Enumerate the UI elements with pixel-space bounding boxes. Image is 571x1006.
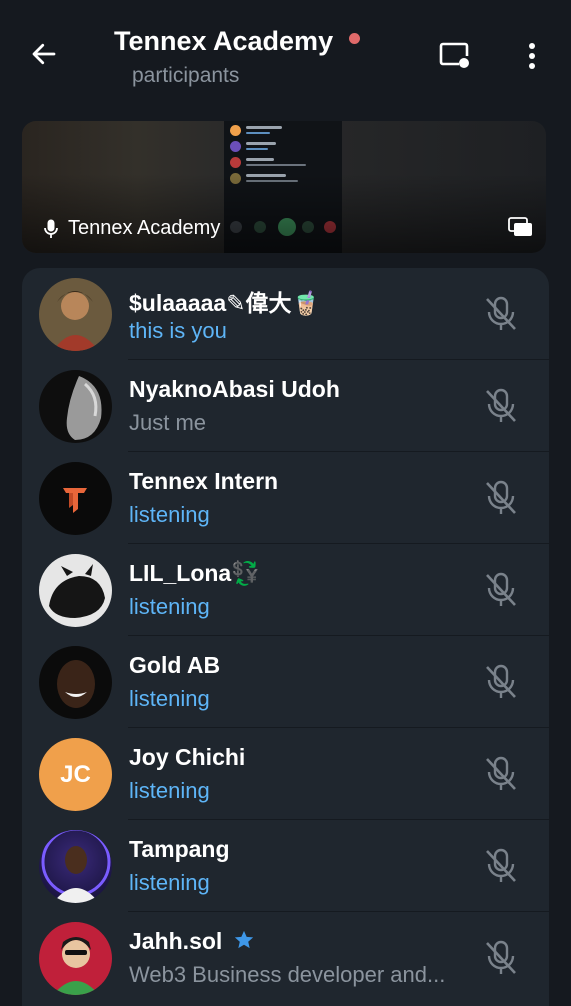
participant-status: listening [129,778,210,803]
microphone-icon [44,219,58,238]
avatar [39,462,112,535]
participants-list: $ulaaaaa✎偉大🧋 this is you NyaknoAbasi Udo… [22,268,549,1006]
participant-name: LIL_Lona💱 [129,560,260,586]
participant-status: Just me [129,410,207,435]
chat-title: Tennex Academy [114,24,434,58]
participant-status: listening [129,502,210,527]
avatar [39,278,112,351]
picture-in-picture-button[interactable] [508,217,534,239]
mic-toggle[interactable] [483,847,519,885]
mic-off-icon [486,572,516,606]
preview-label: Tennex Academy [44,217,220,240]
participant-row[interactable]: NyaknoAbasi Udoh Just me [22,360,549,452]
title-block: Tennex Academy participants [114,24,434,88]
participant-status: Web3 Business developer and... [129,962,446,987]
mic-off-icon [486,388,516,422]
mic-toggle[interactable] [483,755,519,793]
more-vertical-icon [529,43,535,69]
picture-in-picture-icon [508,217,532,236]
mic-toggle[interactable] [483,479,519,517]
avatar: JC [39,738,112,811]
mic-off-icon [486,480,516,514]
mic-off-icon [486,848,516,882]
chat-subtitle: participants [132,64,240,87]
mic-toggle[interactable] [483,571,519,609]
avatar [39,554,112,627]
participant-status: listening [129,870,210,895]
mic-off-icon [486,296,516,330]
participant-name: Joy Chichi [129,744,246,770]
participant-name: Tampang [129,836,230,862]
avatar [39,646,112,719]
back-button[interactable] [26,36,62,72]
mic-off-icon [486,756,516,790]
star-icon [234,930,253,949]
participant-name: $ulaaaaa✎偉大🧋 [129,290,321,316]
header: Tennex Academy participants [0,0,571,110]
participant-row[interactable]: $ulaaaaa✎偉大🧋 this is you [22,268,549,360]
participant-row[interactable]: JC Joy Chichi listening [22,728,549,820]
mic-toggle[interactable] [483,295,519,333]
avatar [39,922,112,995]
participant-row[interactable]: Jahh.sol Web3 Business developer and... [22,912,549,1004]
participant-name-text: Jahh.sol [129,928,223,954]
chat-title-text: Tennex Academy [114,26,334,56]
mic-off-icon [486,940,516,974]
participant-status: listening [129,686,210,711]
participant-name: NyaknoAbasi Udoh [129,376,340,402]
participant-name: Jahh.sol [129,928,255,955]
recording-dot [349,33,361,45]
avatar-initials: JC [39,738,112,811]
participant-status: listening [129,594,210,619]
participant-row[interactable]: Gold AB listening [22,636,549,728]
participant-row[interactable]: Tampang listening [22,820,549,912]
video-preview[interactable]: Tennex Academy [22,121,546,253]
preview-name: Tennex Academy [68,217,221,239]
avatar [39,830,112,903]
avatar [39,370,112,443]
screen-share-button[interactable] [436,36,476,76]
mic-toggle[interactable] [483,387,519,425]
arrow-left-icon [32,43,56,65]
participant-row[interactable]: LIL_Lona💱 listening [22,544,549,636]
participant-name: Gold AB [129,652,221,678]
mic-off-icon [486,664,516,698]
participant-row[interactable]: Tennex Intern listening [22,452,549,544]
more-options-button[interactable] [512,36,552,76]
mic-toggle[interactable] [483,939,519,977]
mic-toggle[interactable] [483,663,519,701]
screen-record-icon [439,42,471,69]
participant-status: this is you [129,318,227,343]
participant-name: Tennex Intern [129,468,279,494]
